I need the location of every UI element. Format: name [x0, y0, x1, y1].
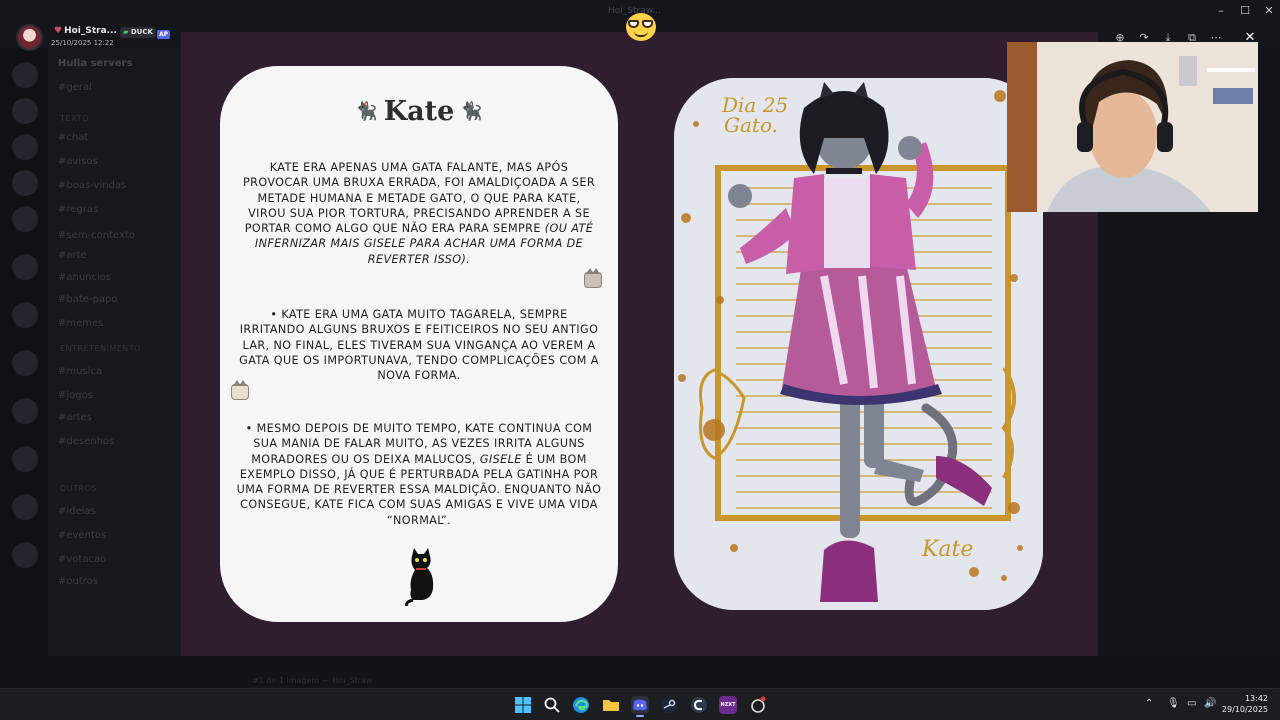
channel-item[interactable]: #arte [58, 250, 178, 261]
channel-item[interactable]: #bate-papo [58, 294, 178, 305]
server-icon[interactable] [12, 206, 38, 232]
duck-badge: ▰ DUCK [120, 27, 156, 38]
windows-start-icon[interactable] [514, 696, 532, 714]
character-artwork: Dia 25 Gato. Kate [674, 78, 1043, 610]
paragraph-bullet-2-italic: Gisele [479, 452, 522, 466]
paragraph-bullet-1: • Kate era uma gata muito tagarela, semp… [239, 308, 599, 383]
chevron-up-icon[interactable]: ⌃ [1145, 698, 1153, 709]
username-text: Hoi_Stra... [64, 26, 117, 36]
username[interactable]: ♥ Hoi_Stra... [54, 26, 117, 36]
paragraph-intro: Kate era apenas uma gata falante, mas ap… [240, 160, 598, 267]
server-icon[interactable] [12, 302, 38, 328]
channel-item[interactable]: #outros [58, 576, 178, 587]
channel-item[interactable]: #anuncios [58, 272, 178, 283]
system-clock[interactable]: 13:42 29/10/2025 [1222, 693, 1268, 715]
channel-item[interactable]: #avisos [58, 156, 178, 167]
screen: Hulla servers TEXTO #geral #chat #avisos #b… [0, 0, 1280, 720]
duck-badge-label: DUCK [130, 28, 153, 36]
channel-item[interactable]: #desenhos [58, 436, 178, 447]
cat-icon: 🐈‍⬛ [460, 101, 483, 122]
network-icon[interactable]: ▭ [1187, 698, 1196, 709]
channel-item[interactable]: #eventos [58, 530, 178, 541]
ccleaner-icon[interactable] [690, 696, 708, 714]
channel-item[interactable]: #votacao [58, 554, 178, 565]
channel-category[interactable]: TEXTO [60, 114, 89, 123]
windows-taskbar: NZXT ⌃ 🎙 ▭ 🔊 13:42 29/10/2025 [0, 688, 1280, 720]
notification-app-icon[interactable] [749, 696, 767, 714]
maximize-icon[interactable]: ☐ [1236, 4, 1254, 18]
server-icon[interactable] [12, 170, 38, 196]
volume-icon[interactable]: 🔊 [1204, 698, 1216, 709]
artwork-signature: Kate [921, 537, 973, 562]
channel-category[interactable]: OUTROS [60, 484, 97, 493]
image-counter: #1 de 1 imagem — Hoi_Straw [252, 676, 373, 685]
window-close-icon[interactable]: ✕ [1260, 4, 1278, 18]
heart-icon: ♥ [54, 26, 63, 36]
file-explorer-icon[interactable] [602, 696, 620, 714]
leaf-icon: ▰ [123, 28, 129, 36]
clock-time: 13:42 [1244, 694, 1268, 703]
webcam-overlay [1007, 42, 1258, 212]
search-icon[interactable] [543, 696, 561, 714]
active-app-indicator [636, 715, 644, 717]
avatar[interactable] [16, 24, 43, 51]
pixel-cat-icon [231, 380, 249, 400]
post-timestamp: 25/10/2025 12:22 [51, 39, 114, 47]
edge-icon[interactable] [572, 696, 590, 714]
sunglasses-icon [628, 20, 654, 28]
channel-item[interactable]: #musica [58, 366, 178, 377]
ap-badge: AP [157, 30, 171, 39]
card-title: 🐈‍⬛ Kate 🐈‍⬛ [220, 96, 618, 127]
channel-category[interactable]: ENTRETENIMENTO [60, 344, 141, 353]
nzxt-icon[interactable]: NZXT [719, 696, 737, 714]
channel-item[interactable]: #ideias [58, 506, 178, 517]
server-icon[interactable] [12, 542, 38, 568]
channel-item[interactable]: #jogos [58, 390, 178, 401]
card-title-text: Kate [383, 96, 455, 127]
server-icon[interactable] [12, 134, 38, 160]
channel-item[interactable]: #artes [58, 412, 178, 423]
message-bar [0, 656, 1280, 688]
server-icon[interactable] [12, 62, 38, 88]
channel-item[interactable]: #regras [58, 204, 178, 215]
steam-icon[interactable] [660, 696, 678, 714]
server-rail [0, 48, 48, 688]
black-cat-icon [405, 548, 434, 606]
server-icon[interactable] [12, 494, 38, 520]
pixel-cat-icon [584, 268, 602, 288]
server-icon[interactable] [12, 254, 38, 280]
paragraph-bullet-2: • Mesmo depois de muito tempo, Kate cont… [236, 421, 602, 528]
server-header[interactable]: Hulla servers [58, 58, 178, 69]
server-icon[interactable] [12, 350, 38, 376]
clock-date: 29/10/2025 [1221, 705, 1268, 714]
discord-icon[interactable] [631, 696, 649, 714]
channel-item[interactable]: #sem-contexto [58, 230, 178, 241]
server-icon[interactable] [12, 98, 38, 124]
server-icon[interactable] [12, 398, 38, 424]
channel-item[interactable]: #chat [58, 132, 178, 143]
channel-item[interactable]: #memes [58, 318, 178, 329]
paragraph-intro-text: Kate era apenas uma gata falante, mas ap… [243, 161, 595, 236]
artwork-caption-theme: Gato. [724, 113, 778, 137]
server-icon[interactable] [12, 446, 38, 472]
cat-icon: 🐈‍⬛ [355, 101, 378, 122]
microphone-icon[interactable]: 🎙 [1167, 698, 1180, 709]
minimize-icon[interactable]: – [1212, 4, 1230, 18]
channel-item[interactable]: #boas-vindas [58, 180, 178, 191]
channel-item[interactable]: #geral [58, 82, 178, 93]
